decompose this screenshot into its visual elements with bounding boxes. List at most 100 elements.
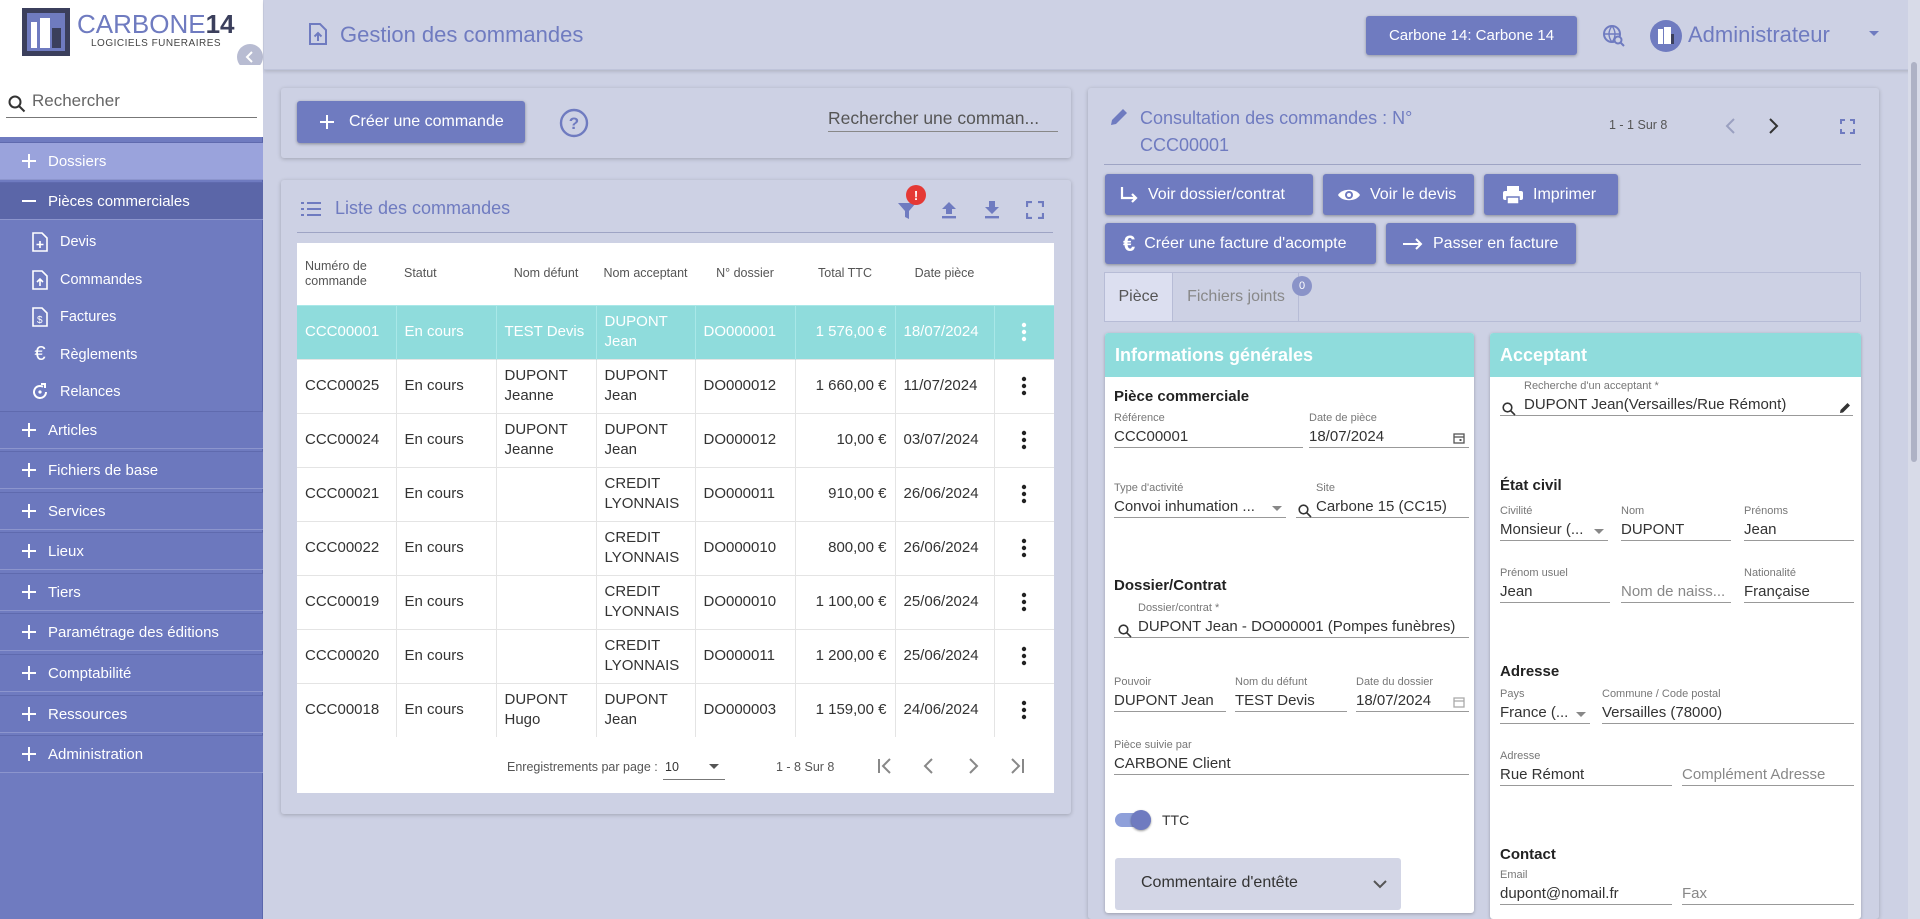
row-menu-button[interactable]: [994, 412, 1054, 467]
pencil-icon[interactable]: [1839, 402, 1851, 414]
user-name[interactable]: Administrateur: [1688, 22, 1830, 48]
sidebar-item-dossiers[interactable]: Dossiers: [0, 142, 263, 180]
dossier-search-field[interactable]: Dossier/contrat * DUPONT Jean - DO000001…: [1114, 602, 1469, 638]
print-button[interactable]: Imprimer: [1484, 174, 1618, 215]
per-page-select[interactable]: 10: [663, 752, 725, 780]
country-select[interactable]: Pays France (...: [1500, 688, 1590, 724]
sidebar-item-commandes[interactable]: Commandes: [0, 261, 263, 298]
column-header-nom-defunt[interactable]: Nom défunt: [496, 243, 596, 305]
tab-fichiers-joints[interactable]: Fichiers joints: [1174, 273, 1299, 321]
search-icon: [1118, 624, 1132, 638]
row-menu-button[interactable]: [994, 304, 1054, 359]
usual-first-name-field[interactable]: Prénom usuel Jean: [1500, 567, 1610, 603]
cell-status: En cours: [396, 520, 497, 575]
download-icon[interactable]: [983, 200, 1001, 220]
first-names-field[interactable]: Prénoms Jean: [1744, 505, 1854, 541]
header-comment-expander[interactable]: Commentaire d'entête: [1115, 858, 1401, 910]
column-header-nom-acceptant[interactable]: Nom acceptant: [596, 243, 695, 305]
reference-field[interactable]: Référence CCC00001: [1114, 412, 1303, 448]
view-dossier-button[interactable]: Voir dossier/contrat: [1105, 174, 1313, 215]
row-menu-button[interactable]: [994, 574, 1054, 629]
sidebar-item-articles[interactable]: Articles: [0, 411, 263, 449]
next-page-icon[interactable]: [965, 758, 981, 774]
cell-dossier-number: DO000011: [695, 628, 796, 683]
create-order-button[interactable]: Créer une commande: [297, 101, 525, 143]
column-header-dossier[interactable]: N° dossier: [695, 243, 795, 305]
commune-postal-field[interactable]: Commune / Code postal Versailles (78000): [1602, 688, 1854, 724]
avatar[interactable]: [1650, 20, 1682, 52]
pouvoir-field[interactable]: Pouvoir DUPONT Jean: [1114, 676, 1226, 712]
address-complement-field[interactable]: Complément Adresse: [1682, 750, 1854, 786]
sidebar-search[interactable]: Rechercher: [0, 65, 263, 137]
row-menu-button[interactable]: [994, 520, 1054, 575]
last-name-field[interactable]: Nom DUPONT: [1621, 505, 1731, 541]
table-row[interactable]: CCC00001 En cours TEST Devis DUPONT Jean DO0…: [297, 304, 1054, 359]
acceptant-search-field[interactable]: Recherche d'un acceptant * DUPONT Jean(V…: [1500, 380, 1853, 416]
sidebar-item-lieux[interactable]: Lieux: [0, 532, 263, 570]
sidebar-item-relances[interactable]: Relances: [0, 373, 263, 410]
sidebar-item-fichiers-de-base[interactable]: Fichiers de base: [0, 451, 263, 489]
globe-search-icon[interactable]: [1602, 24, 1626, 48]
sidebar-item-comptabilite[interactable]: Comptabilité: [0, 654, 263, 692]
nationality-field[interactable]: Nationalité Française: [1744, 567, 1854, 603]
dossier-date-field[interactable]: Date du dossier 18/07/2024: [1356, 676, 1469, 712]
first-page-icon[interactable]: [877, 758, 893, 774]
create-deposit-invoice-button[interactable]: € Créer une facture d'acompte: [1105, 223, 1376, 264]
column-header-statut[interactable]: Statut: [396, 243, 496, 305]
table-row[interactable]: CCC00019 En cours CREDIT LYONNAIS DO000010 1…: [297, 574, 1054, 629]
row-menu-button[interactable]: [994, 466, 1054, 521]
civility-select[interactable]: Civilité Monsieur (...: [1500, 505, 1608, 541]
site-search-field[interactable]: Site Carbone 15 (CC15): [1296, 482, 1469, 518]
row-menu-button[interactable]: [994, 682, 1054, 737]
sidebar-item-ressources[interactable]: Ressources: [0, 695, 263, 733]
sidebar-search-input[interactable]: Rechercher: [32, 91, 120, 111]
email-field[interactable]: Email dupont@nomail.fr: [1500, 869, 1672, 905]
sidebar-item-reglements[interactable]: € Règlements: [0, 336, 263, 373]
company-selector-button[interactable]: Carbone 14: Carbone 14: [1366, 16, 1577, 55]
table-row[interactable]: CCC00024 En cours DUPONT Jeanne DUPONT Jean…: [297, 412, 1054, 467]
sidebar-item-label: Tiers: [48, 583, 81, 601]
birth-name-field[interactable]: Nom de naiss...: [1621, 567, 1731, 603]
table-row[interactable]: CCC00022 En cours CREDIT LYONNAIS DO000010 8…: [297, 520, 1054, 575]
calendar-icon[interactable]: [1453, 432, 1465, 444]
upload-icon[interactable]: [940, 200, 958, 220]
column-header-date[interactable]: Date pièce: [895, 243, 994, 305]
logo: CARBONE14 LOGICIELS FUNERAIRES: [0, 0, 263, 70]
help-icon[interactable]: ?: [559, 108, 589, 138]
cell-dossier-number: DO000001: [695, 304, 796, 359]
view-quote-button[interactable]: Voir le devis: [1323, 174, 1474, 215]
row-menu-button[interactable]: [994, 628, 1054, 683]
address-field[interactable]: Adresse Rue Rémont: [1500, 750, 1672, 786]
ttc-toggle[interactable]: [1115, 810, 1151, 830]
order-search-input[interactable]: Rechercher une comman...: [828, 102, 1058, 132]
sidebar-item-devis[interactable]: Devis: [0, 223, 263, 260]
table-row[interactable]: CCC00018 En cours DUPONT Hugo DUPONT Jean DO…: [297, 682, 1054, 737]
row-menu-button[interactable]: [994, 358, 1054, 413]
convert-to-invoice-button[interactable]: Passer en facture: [1386, 223, 1576, 264]
page-scrollbar[interactable]: [1908, 0, 1920, 919]
tab-piece[interactable]: Pièce: [1105, 273, 1173, 321]
sidebar-item-pieces-commerciales[interactable]: Pièces commerciales: [0, 182, 263, 220]
piece-date-field[interactable]: Date de pièce 18/07/2024: [1309, 412, 1469, 448]
activity-type-select[interactable]: Type d'activité Convoi inhumation ...: [1114, 482, 1286, 518]
previous-page-icon[interactable]: [921, 758, 937, 774]
table-row[interactable]: CCC00025 En cours DUPONT Jeanne DUPONT Jean…: [297, 358, 1054, 413]
deceased-name-field[interactable]: Nom du défunt TEST Devis: [1235, 676, 1347, 712]
sidebar-item-administration[interactable]: Administration: [0, 735, 263, 773]
fax-field[interactable]: Fax: [1682, 869, 1854, 905]
previous-record-icon[interactable]: [1724, 118, 1736, 134]
followed-by-field[interactable]: Pièce suivie par CARBONE Client: [1114, 739, 1469, 775]
sidebar-item-tiers[interactable]: Tiers: [0, 573, 263, 611]
fullscreen-icon[interactable]: [1840, 119, 1855, 134]
table-row[interactable]: CCC00020 En cours CREDIT LYONNAIS DO000011 1…: [297, 628, 1054, 683]
column-header-numero[interactable]: Numéro de commande: [297, 243, 396, 305]
last-page-icon[interactable]: [1009, 758, 1025, 774]
sidebar-item-factures[interactable]: $ Factures: [0, 298, 263, 335]
table-row[interactable]: CCC00021 En cours CREDIT LYONNAIS DO000011 9…: [297, 466, 1054, 521]
sidebar-item-parametrage-editions[interactable]: Paramétrage des éditions: [0, 613, 263, 651]
fullscreen-icon[interactable]: [1026, 201, 1044, 219]
sidebar-item-services[interactable]: Services: [0, 492, 263, 530]
caret-down-icon[interactable]: [1868, 30, 1880, 38]
column-header-total[interactable]: Total TTC: [795, 243, 895, 305]
next-record-icon[interactable]: [1768, 118, 1780, 134]
